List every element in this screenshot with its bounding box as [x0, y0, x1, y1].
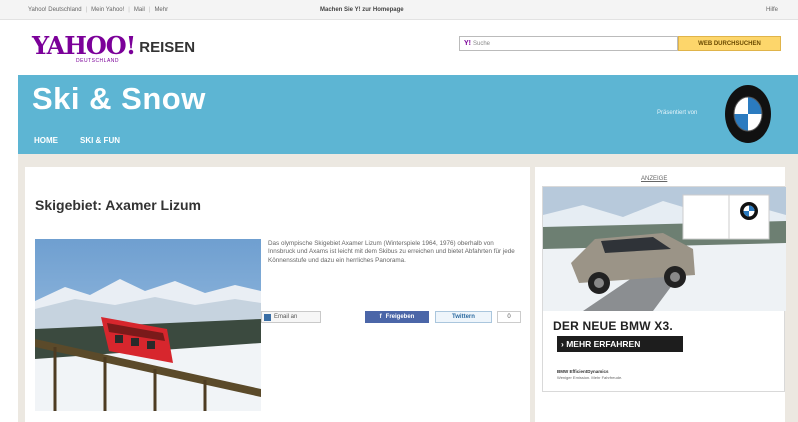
nav-ski-fun[interactable]: SKI & FUN — [80, 136, 120, 145]
yahoo-reisen-logo[interactable]: YAHOO! REISEN DEUTSCHLAND — [32, 31, 196, 65]
facebook-share-button[interactable]: f Freigeben — [365, 311, 429, 323]
logo-country: DEUTSCHLAND — [76, 58, 120, 64]
homepage-link[interactable]: Machen Sie Y! zur Homepage — [320, 7, 404, 13]
ad-small-line-2: Weniger Emission. Mehr Fahrfreude. — [557, 375, 623, 380]
article-description: Das olympische Skigebiet Axamer Lizum (W… — [268, 240, 515, 264]
top-link-mein-yahoo[interactable]: Mein Yahoo! — [91, 7, 124, 13]
help-link[interactable]: Hilfe — [766, 7, 778, 13]
top-link-mail[interactable]: Mail — [134, 7, 145, 13]
nav-home[interactable]: HOME — [34, 136, 58, 145]
share-count: 0 — [497, 311, 521, 323]
separator: | — [148, 7, 151, 13]
twitter-share-button[interactable]: Twittern — [435, 311, 492, 323]
facebook-share-label: Freigeben — [385, 314, 415, 320]
site-header: YAHOO! REISEN DEUTSCHLAND Y! Suche WEB D… — [0, 20, 798, 72]
ski-funicular-photo — [35, 239, 261, 411]
email-share-button[interactable]: Email an — [261, 311, 321, 323]
ad-small-line-1: BMW EfficientDynamics — [557, 369, 609, 374]
top-links: Yahoo! Deutschland | Mein Yahoo! | Mail … — [28, 7, 168, 13]
top-link-mehr[interactable]: Mehr — [154, 7, 168, 13]
banner-nav: HOME SKI & FUN — [18, 127, 798, 154]
top-utility-bar: Yahoo! Deutschland | Mein Yahoo! | Mail … — [0, 0, 798, 20]
mehr-erfahren-button[interactable]: › MEHR ERFAHREN — [557, 336, 683, 352]
bmw-ad[interactable]: DER NEUE BMW X3. › MEHR ERFAHREN BMW Eff… — [542, 186, 786, 392]
top-link-yahoo-de[interactable]: Yahoo! Deutschland — [28, 7, 82, 13]
separator: | — [128, 7, 130, 13]
ad-headline: DER NEUE BMW X3. — [553, 319, 673, 333]
facebook-icon: f — [379, 314, 382, 320]
separator: | — [85, 7, 88, 13]
ski-snow-banner: Ski & Snow Präsentiert von HOME SKI & FU… — [18, 75, 798, 154]
yahoo-logo-text: YAHOO! — [32, 31, 136, 60]
email-icon — [264, 313, 271, 321]
search-bar: Y! Suche WEB DURCHSUCHEN — [459, 36, 781, 51]
search-placeholder: Suche — [473, 40, 491, 47]
article-panel: Skigebiet: Axamer Lizum Das olympische S… — [25, 167, 530, 422]
email-share-label: Email an — [274, 314, 298, 320]
search-input[interactable]: Y! Suche — [459, 36, 678, 51]
yahoo-y-icon: Y! — [464, 40, 471, 47]
bmw-car-image — [543, 187, 786, 311]
section-name: REISEN — [139, 39, 196, 56]
banner-title: Ski & Snow — [32, 81, 206, 116]
bmw-sponsor-logo[interactable] — [724, 82, 772, 144]
presented-by-label: Präsentiert von — [657, 110, 698, 116]
web-search-button[interactable]: WEB DURCHSUCHEN — [678, 36, 781, 51]
article-title: Skigebiet: Axamer Lizum — [35, 197, 201, 213]
ad-label[interactable]: ANZEIGE — [641, 176, 667, 182]
